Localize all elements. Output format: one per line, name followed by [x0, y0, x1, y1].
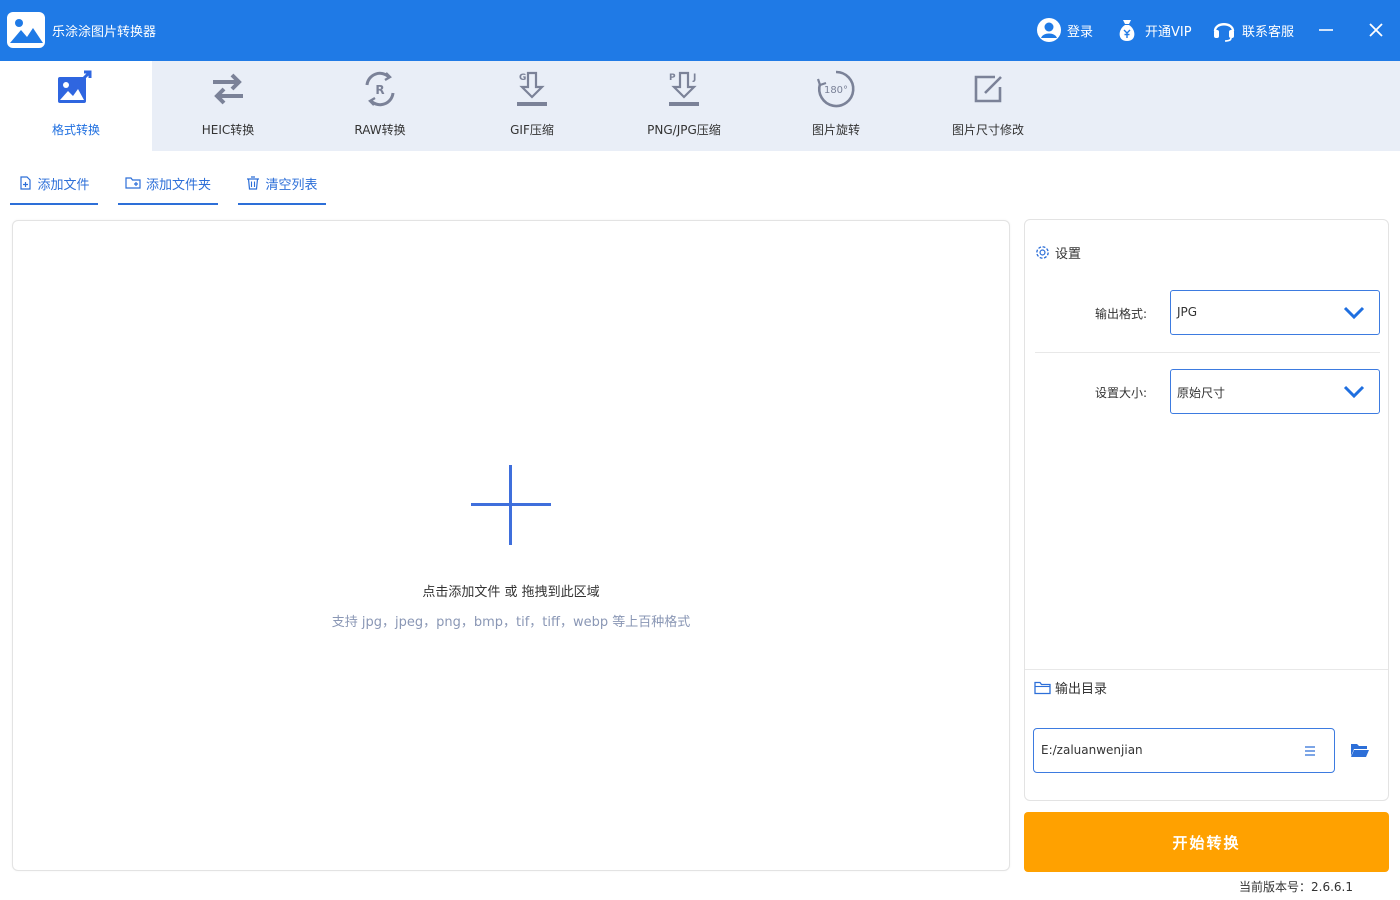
tab-image-resize[interactable]: 图片尺寸修改 — [912, 61, 1064, 151]
size-value: 原始尺寸 — [1177, 386, 1226, 400]
app-logo-icon — [7, 12, 45, 48]
tab-label: GIF压缩 — [510, 123, 554, 137]
add-file-icon — [20, 176, 32, 190]
file-drop-zone[interactable]: 点击添加文件 或 拖拽到此区域 支持 jpg，jpeg，png，bmp，tif，… — [12, 220, 1010, 871]
output-format-label: 输出格式: — [1095, 307, 1148, 321]
plus-icon[interactable] — [471, 465, 551, 545]
tab-label: 图片旋转 — [811, 123, 860, 137]
tab-heic-convert[interactable]: HEIC转换 — [152, 61, 304, 151]
chevron-down-icon — [1343, 385, 1365, 399]
gif-letter: G — [519, 73, 526, 83]
png-jpg-compress-icon: P J — [662, 69, 706, 109]
login-button[interactable]: 登录 — [1036, 16, 1093, 44]
add-file-label: 添加文件 — [37, 178, 90, 193]
tab-label: PNG/JPG压缩 — [647, 123, 721, 137]
png-letter: P — [669, 73, 676, 83]
add-folder-button[interactable]: 添加文件夹 — [118, 166, 218, 205]
app-title: 乐涂涂图片转换器 — [52, 25, 157, 40]
settings-panel: 设置 输出格式: JPG 设置大小: 原始尺寸 输出目录 E:/zaluanwe… — [1024, 219, 1389, 801]
title-bar: 乐涂涂图片转换器 登录 开通VIP 联系客服 — [0, 0, 1400, 61]
output-dir-value: E:/zaluanwenjian — [1041, 743, 1143, 757]
drop-hint: 点击添加文件 或 拖拽到此区域 — [422, 585, 600, 600]
clear-list-button[interactable]: 清空列表 — [238, 166, 326, 205]
chevron-down-icon — [1343, 306, 1365, 320]
raw-cycle-icon: R — [358, 69, 402, 109]
tab-format-convert[interactable]: 格式转换 — [0, 61, 152, 151]
supported-formats-text: 支持 jpg，jpeg，png，bmp，tif，tiff，webp 等上百种格式 — [331, 615, 691, 630]
support-button[interactable]: 联系客服 — [1211, 16, 1294, 44]
close-button[interactable] — [1362, 16, 1390, 44]
tab-png-jpg-compress[interactable]: P J PNG/JPG压缩 — [608, 61, 760, 151]
login-label: 登录 — [1067, 24, 1094, 40]
folder-outline-icon — [1034, 681, 1051, 694]
minimize-icon — [1319, 29, 1333, 31]
start-convert-button[interactable]: 开始转换 — [1024, 812, 1389, 872]
trash-icon — [247, 176, 260, 190]
user-avatar-icon — [1036, 17, 1062, 43]
gear-icon — [1036, 246, 1049, 259]
swap-arrows-icon — [206, 69, 250, 109]
list-icon[interactable] — [1304, 745, 1316, 757]
gif-compress-icon: G — [510, 69, 554, 109]
vip-button[interactable]: 开通VIP — [1114, 16, 1192, 44]
tab-image-rotate[interactable]: 180° 图片旋转 — [760, 61, 912, 151]
money-bag-icon — [1114, 17, 1140, 43]
tool-tabs: 格式转换 HEIC转换 R RAW转换 G GIF压缩 P J PNG/JPG压… — [0, 61, 1400, 151]
tab-gif-compress[interactable]: G GIF压缩 — [456, 61, 608, 151]
minimize-button[interactable] — [1312, 16, 1340, 44]
rotate-180-icon: 180° — [814, 69, 858, 109]
jpg-letter: J — [692, 73, 696, 83]
close-icon — [1369, 23, 1383, 37]
output-dir-input[interactable]: E:/zaluanwenjian — [1033, 728, 1335, 773]
tab-label: RAW转换 — [354, 123, 406, 137]
tab-label: HEIC转换 — [201, 123, 255, 137]
vip-label: 开通VIP — [1145, 24, 1192, 40]
clear-list-label: 清空列表 — [265, 178, 318, 193]
tab-label: 图片尺寸修改 — [951, 123, 1024, 137]
add-folder-icon — [125, 177, 141, 189]
browse-folder-icon[interactable] — [1350, 741, 1370, 759]
size-select[interactable]: 原始尺寸 — [1170, 369, 1380, 414]
support-label: 联系客服 — [1242, 24, 1295, 40]
add-file-button[interactable]: 添加文件 — [10, 166, 98, 205]
output-format-value: JPG — [1177, 305, 1198, 319]
headset-icon — [1211, 17, 1237, 43]
rotate-degree: 180° — [824, 85, 848, 96]
settings-title: 设置 — [1055, 247, 1082, 262]
resize-edit-icon — [966, 69, 1010, 109]
output-dir-header: 输出目录 — [1034, 678, 1107, 697]
version-label: 当前版本号：2.6.6.1 — [1239, 880, 1353, 894]
settings-header: 设置 — [1034, 243, 1081, 262]
tab-raw-convert[interactable]: R RAW转换 — [304, 61, 456, 151]
settings-divider — [1035, 352, 1380, 353]
raw-letter: R — [375, 83, 384, 97]
add-folder-label: 添加文件夹 — [145, 178, 211, 193]
output-divider — [1025, 669, 1388, 670]
image-convert-icon — [54, 69, 98, 109]
tab-label: 格式转换 — [51, 123, 100, 137]
size-label: 设置大小: — [1095, 386, 1148, 400]
output-dir-title: 输出目录 — [1055, 682, 1108, 697]
output-format-select[interactable]: JPG — [1170, 290, 1380, 335]
